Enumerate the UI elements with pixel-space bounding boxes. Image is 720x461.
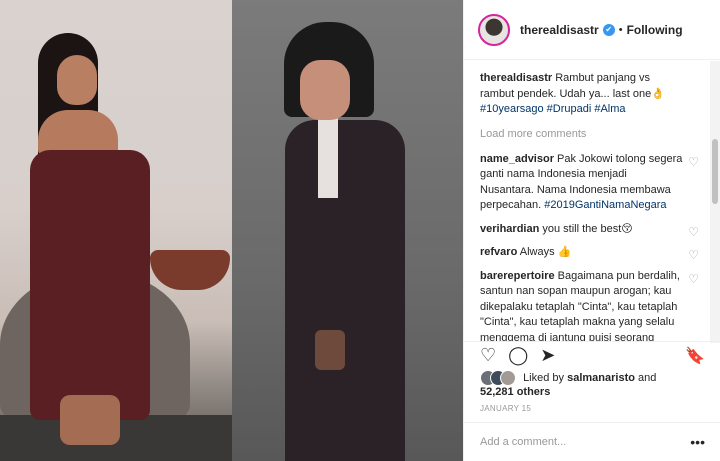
comment-text: you still the best😚 [542,222,633,235]
face-shape-2 [300,60,350,120]
likes-line: Liked by salmanaristo and 52,281 others [480,370,710,398]
post-sidebar: therealdisastr ✔ • Following therealdisa… [463,0,720,461]
post-actions: ♡ ◯ ➤ 🔖 [464,341,720,369]
caption-hashtags[interactable]: #10yearsago #Drupadi #Alma [480,103,626,115]
comments-list[interactable]: therealdisastr Rambut panjang vs rambut … [464,61,720,341]
comments-scrollbar[interactable] [710,61,720,343]
like-heart-icon[interactable]: ♡ [480,345,496,366]
save-bookmark-icon[interactable]: 🔖 [685,346,705,366]
shoulder-shape [38,110,118,155]
comment-item: verihardian you still the best😚 ♡ [480,222,707,241]
comment-item: refvaro Always 👍 ♡ [480,245,707,264]
comment-username[interactable]: verihardian [480,223,539,235]
glove-shape [315,330,345,370]
heart-icon[interactable]: ♡ [688,155,699,171]
liked-by-username[interactable]: salmanaristo [567,372,635,384]
dress-shape [30,150,150,420]
post-photo[interactable] [0,0,463,461]
comment-input[interactable]: Add a comment... [480,436,566,448]
comment-text: Always 👍 [519,246,572,258]
heart-icon[interactable]: ♡ [688,248,699,264]
comment-username[interactable]: name_advisor [480,153,554,165]
comment-item: name_advisor Pak Jokowi tolong segera ga… [480,152,707,214]
comment-icon[interactable]: ◯ [508,345,528,366]
caption: therealdisastr Rambut panjang vs rambut … [480,71,707,118]
heart-icon[interactable]: ♡ [688,272,699,288]
separator-dot: • [618,23,623,36]
collar-shape [318,118,338,198]
add-comment-bar: Add a comment... ••• [464,422,720,461]
share-icon[interactable]: ➤ [540,345,555,366]
likes-count[interactable]: 52,281 others [480,386,550,398]
liked-by-label: Liked by [523,371,565,384]
comment-hashtag[interactable]: #2019GantiNamaNegara [544,199,666,211]
heart-icon[interactable]: ♡ [688,225,699,241]
legs-shape [60,395,120,445]
liker-avatars [480,370,520,386]
load-more-comments-button[interactable]: Load more comments [480,128,707,140]
caption-username[interactable]: therealdisastr [480,72,552,84]
and-text: and [638,371,657,384]
username-link[interactable]: therealdisastr [520,23,599,37]
liker-avatar[interactable] [500,370,516,386]
scrollbar-thumb[interactable] [712,139,718,204]
comment-username[interactable]: barerepertoire [480,270,555,282]
more-options-icon[interactable]: ••• [690,434,705,450]
following-button[interactable]: Following [627,23,683,37]
post-date: JANUARY 15 [480,404,532,413]
face-shape [57,55,97,105]
avatar[interactable] [478,13,510,46]
comment-username[interactable]: refvaro [480,246,517,258]
comment-item: barerepertoire Bagaimana pun berdalih, s… [480,269,707,342]
verified-badge-icon: ✔ [602,23,615,36]
instagram-post: therealdisastr ✔ • Following therealdisa… [0,0,720,461]
post-header: therealdisastr ✔ • Following [464,0,720,60]
coat-shape [285,120,405,461]
